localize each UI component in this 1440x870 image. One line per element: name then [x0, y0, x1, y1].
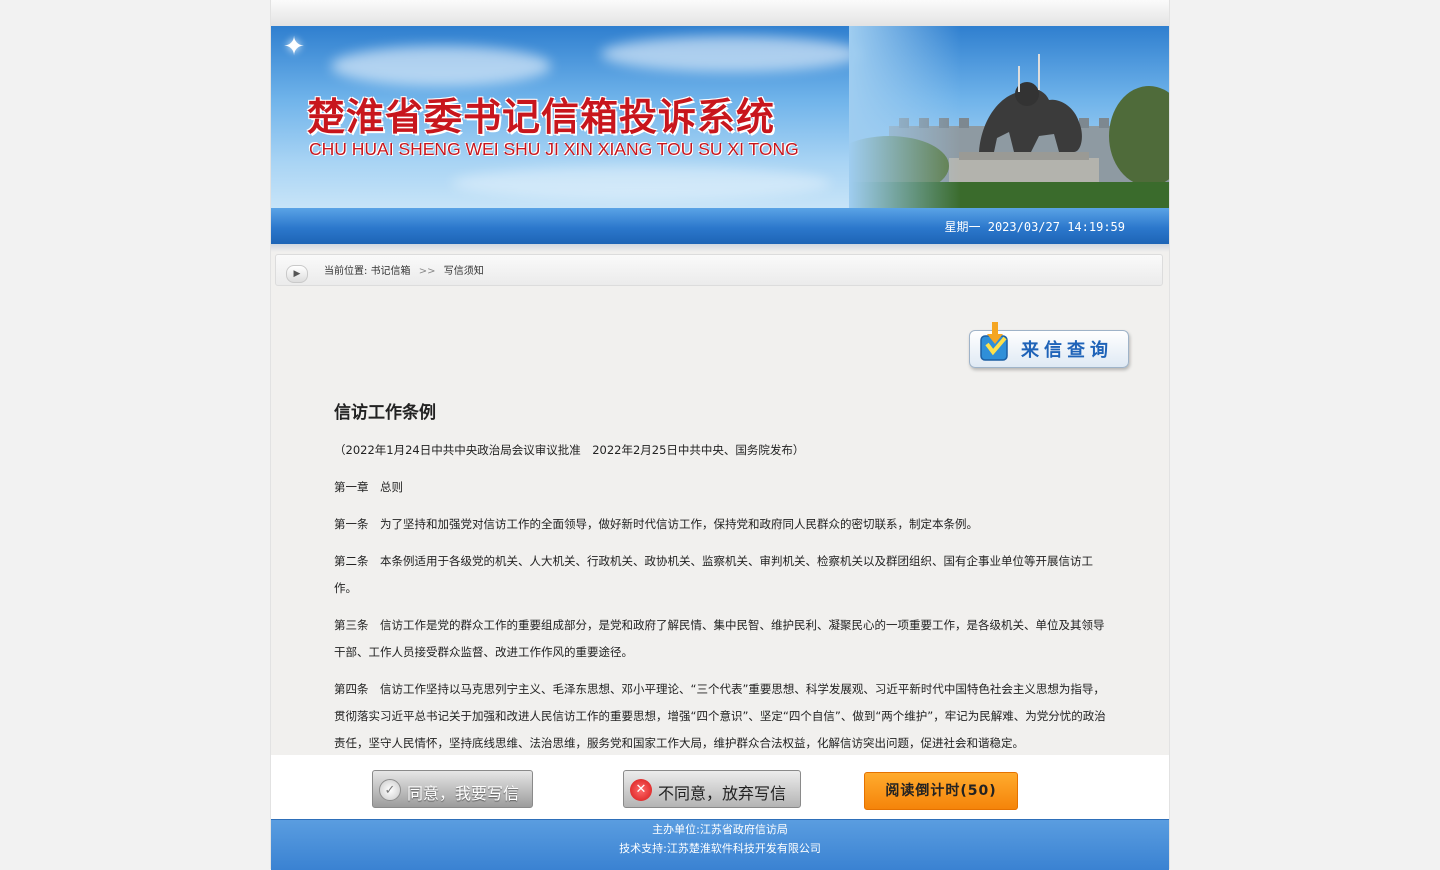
breadcrumb-separator: >> — [418, 266, 436, 277]
header-banner: ✦ 楚淮省委书记信箱投诉系统 CHU HUAI SHENG WEI SHU JI… — [271, 26, 1169, 208]
agree-write-button[interactable]: ✓ 同意，我要写信 — [372, 770, 533, 808]
article-subtitle: （2022年1月24日中共中央政治局会议审议批准 2022年2月25日中共中央、… — [334, 443, 805, 457]
system-title: 楚淮省委书记信箱投诉系统 — [307, 95, 776, 139]
agree-label: 同意，我要写信 — [407, 784, 520, 803]
action-bar: ✓ 同意，我要写信 ✕ 不同意，放弃写信 阅读倒计时(50) — [271, 755, 1169, 819]
current-datetime: 星期一 2023/03/27 14:19:59 — [944, 220, 1126, 234]
disagree-label: 不同意，放弃写信 — [658, 784, 787, 803]
article-title: 信访工作条例 — [334, 403, 436, 423]
article-paragraph: 第一章 总则 — [334, 480, 403, 494]
article-paragraph: 第四条 信访工作坚持以马克思列宁主义、毛泽东思想、邓小平理论、“三个代表”重要思… — [334, 682, 1106, 750]
system-title-pinyin: CHU HUAI SHENG WEI SHU JI XIN XIANG TOU … — [309, 139, 799, 159]
breadcrumb-item-writing-notice: 写信须知 — [443, 266, 484, 277]
article: 信访工作条例 （2022年1月24日中共中央政治局会议审议批准 2022年2月2… — [334, 398, 1114, 767]
countdown-label: 阅读倒计时(50) — [885, 783, 997, 799]
letter-query-button[interactable]: 来信查询 — [969, 322, 1131, 370]
breadcrumb-prefix: 当前位置: — [324, 266, 368, 277]
close-icon: ✕ — [630, 779, 652, 801]
check-icon: ✓ — [379, 779, 401, 801]
chevron-right-icon: ▶ — [286, 265, 308, 283]
header-shadow — [271, 244, 1169, 252]
download-arrow-icon — [980, 322, 1008, 361]
letter-query-label: 来信查询 — [1021, 340, 1113, 361]
lion-statue-image — [849, 26, 1169, 208]
top-strip — [271, 0, 1169, 26]
footer-sponsor: 主办单位:江苏省政府信访局 — [652, 823, 788, 836]
article-paragraph: 第三条 信访工作是党的群众工作的重要组成部分，是党和政府了解民情、集中民智、维护… — [334, 618, 1105, 659]
sparkle-icon: ✦ — [283, 32, 305, 62]
reading-countdown-button[interactable]: 阅读倒计时(50) — [864, 772, 1018, 810]
footer-support: 技术支持:江苏楚淮软件科技开发有限公司 — [619, 842, 821, 855]
cloud — [331, 46, 551, 86]
article-paragraph: 第一条 为了坚持和加强党对信访工作的全面领导，做好新时代信访工作，保持党和政府同… — [334, 517, 978, 531]
cloud — [451, 166, 831, 200]
cloud — [601, 36, 861, 72]
article-paragraph: 第二条 本条例适用于各级党的机关、人大机关、行政机关、政协机关、监察机关、审判机… — [334, 554, 1093, 595]
disagree-abandon-button[interactable]: ✕ 不同意，放弃写信 — [623, 770, 801, 808]
page-container: ✦ 楚淮省委书记信箱投诉系统 CHU HUAI SHENG WEI SHU JI… — [270, 0, 1170, 870]
breadcrumb-text: 当前位置: 书记信箱 >> 写信须知 — [324, 262, 484, 277]
breadcrumb-item-letterbox[interactable]: 书记信箱 — [371, 266, 411, 277]
site-footer: 主办单位:江苏省政府信访局 技术支持:江苏楚淮软件科技开发有限公司 — [271, 819, 1169, 870]
breadcrumb: ▶ 当前位置: 书记信箱 >> 写信须知 — [275, 254, 1163, 286]
